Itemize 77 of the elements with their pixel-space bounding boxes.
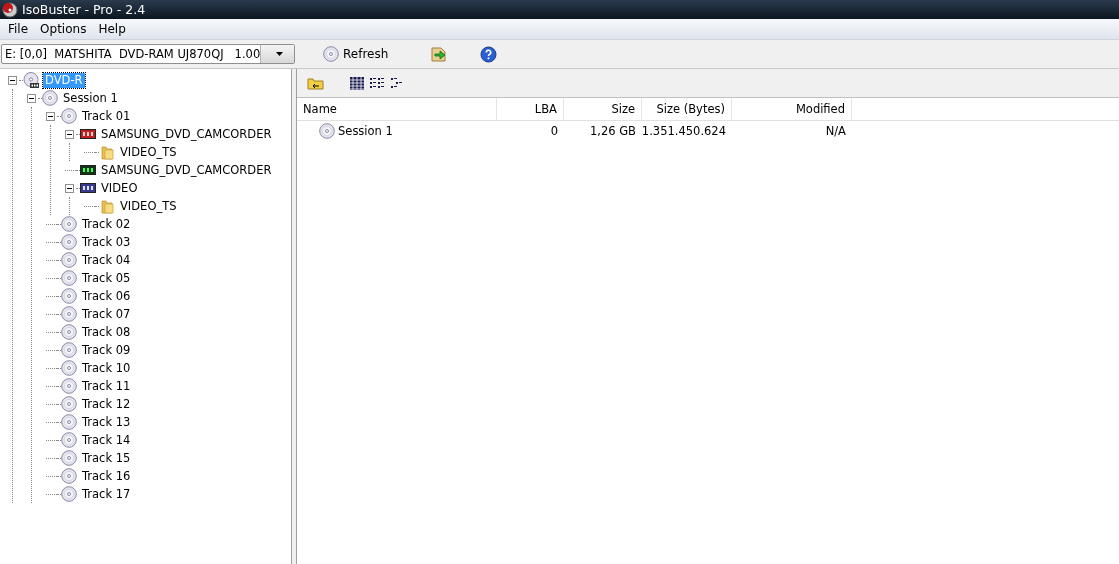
window-title: IsoBuster - Pro - 2.4 (22, 2, 146, 17)
folder-up-icon[interactable] (307, 76, 324, 90)
device-dropdown[interactable]: E: [0,0] MATSHITA DVD-RAM UJ870QJ 1.00 (1, 44, 295, 64)
tree-item[interactable]: SAMSUNG_DVD_CAMCORDER (99, 126, 274, 142)
refresh-button[interactable]: Refresh (321, 44, 391, 64)
app-logo-icon (2, 1, 18, 18)
collapse-icon[interactable] (46, 111, 55, 121)
table-cell: N/A (825, 124, 846, 138)
tree-item[interactable]: Track 08 (80, 324, 133, 340)
tree-item[interactable]: Track 16 (80, 468, 133, 484)
disc-icon (61, 378, 77, 394)
disc-icon (61, 216, 77, 232)
tree-item[interactable]: Track 12 (80, 396, 133, 412)
disc-icon (61, 468, 77, 484)
menu-item[interactable]: Help (92, 22, 132, 36)
tree-item[interactable]: Track 04 (80, 252, 133, 268)
table-cell: 1.351.450.624 (641, 124, 726, 138)
menu-item[interactable]: File (2, 22, 35, 36)
disc-icon (61, 450, 77, 466)
tree-item[interactable]: Track 17 (80, 486, 133, 502)
collapse-icon[interactable] (65, 183, 74, 193)
disc-icon (61, 414, 77, 430)
disc-icon (61, 360, 77, 376)
table-cell: 0 (550, 124, 558, 138)
help-icon[interactable] (480, 45, 498, 63)
disc-icon (61, 396, 77, 412)
disc-icon (61, 252, 77, 268)
tree-item[interactable]: VIDEO_TS (118, 144, 179, 160)
disc-icon (61, 324, 77, 340)
column-header[interactable]: Size (564, 98, 642, 120)
tree-item[interactable]: Track 11 (80, 378, 133, 394)
tree-view-icon[interactable] (391, 77, 404, 89)
list-view-icon[interactable] (370, 77, 385, 89)
collapse-icon[interactable] (27, 93, 36, 103)
disc-icon (61, 234, 77, 250)
column-header[interactable]: Size (Bytes) (642, 98, 732, 120)
disc-icon (323, 46, 339, 62)
collapse-icon[interactable] (65, 129, 74, 139)
collapse-icon[interactable] (8, 75, 17, 85)
udf-badge-icon (80, 165, 96, 175)
table-cell: 1,26 GB (589, 124, 636, 138)
column-header[interactable]: Modified (732, 98, 852, 120)
tree-item[interactable]: SAMSUNG_DVD_CAMCORDER (99, 162, 274, 178)
iso-badge-icon (80, 129, 96, 139)
disc-icon (61, 108, 77, 124)
column-header[interactable]: Name (297, 98, 497, 120)
tree-item[interactable]: Track 03 (80, 234, 133, 250)
tree-item[interactable]: Track 01 (80, 108, 133, 124)
menu-item[interactable]: Options (34, 22, 93, 36)
disc-icon (61, 288, 77, 304)
tree-item[interactable]: Track 06 (80, 288, 133, 304)
dropdown-arrow-icon (275, 52, 283, 56)
tree-item[interactable]: Track 07 (80, 306, 133, 322)
disc-icon (61, 270, 77, 286)
tree-item[interactable]: VIDEO (99, 180, 140, 196)
disc-icon (61, 306, 77, 322)
extract-arrow-icon[interactable] (430, 45, 449, 63)
table-cell: Session 1 (338, 124, 393, 138)
disc-icon (319, 123, 335, 139)
tree-item[interactable]: Track 09 (80, 342, 133, 358)
folder-icon (99, 198, 115, 214)
tree-item[interactable]: Track 14 (80, 432, 133, 448)
ifo-badge-icon (80, 183, 96, 193)
tree-item[interactable]: Track 02 (80, 216, 133, 232)
disc-icon (61, 432, 77, 448)
tree-item[interactable]: Track 15 (80, 450, 133, 466)
tree-item[interactable]: Track 13 (80, 414, 133, 430)
tree-item[interactable]: VIDEO_TS (118, 198, 179, 214)
tree-item[interactable]: Session 1 (61, 90, 120, 106)
tree-item[interactable]: Track 05 (80, 270, 133, 286)
disc-icon (61, 486, 77, 502)
disc-icon (42, 90, 58, 106)
details-view-icon[interactable] (350, 76, 364, 90)
column-header[interactable]: LBA (497, 98, 564, 120)
folder-icon (99, 144, 115, 160)
disc-icon (61, 342, 77, 358)
tree-item[interactable]: Track 10 (80, 360, 133, 376)
